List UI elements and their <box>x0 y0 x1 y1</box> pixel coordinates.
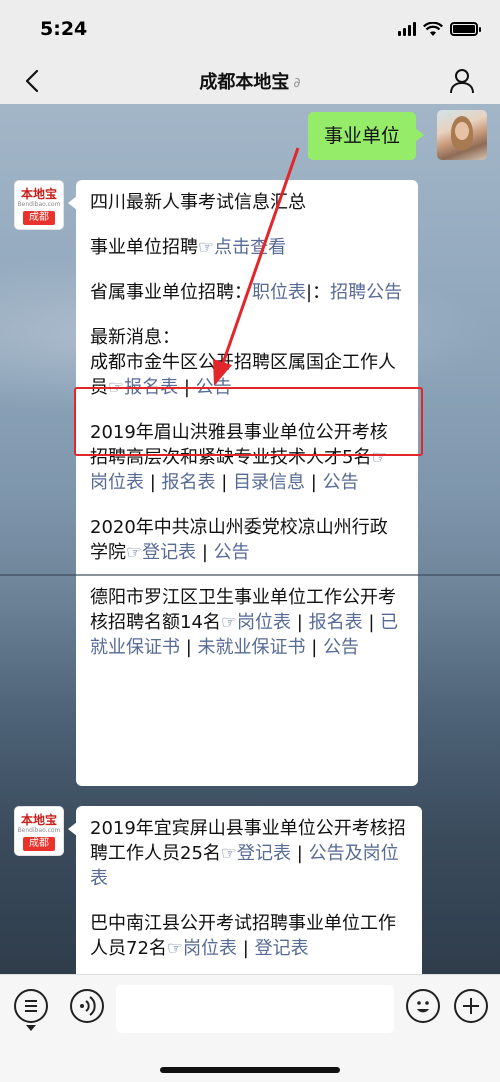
announcement-link[interactable]: 招聘公告 <box>330 282 402 303</box>
message-input[interactable] <box>116 985 394 1033</box>
bot-avatar-domain: Bendibao.com <box>17 201 61 208</box>
news-4-link-1[interactable]: 岗位表 <box>237 612 291 633</box>
nav-bar: 成都本地宝 ∂ <box>0 58 500 104</box>
latest-label: 最新消息： <box>90 327 180 348</box>
bot-avatar-city: 成都 <box>23 211 55 225</box>
job-table-link[interactable]: 职位表 <box>252 282 306 303</box>
news-2-link-2[interactable]: 报名表 <box>162 472 216 493</box>
card2-2-link-1[interactable]: 岗位表 <box>183 938 237 959</box>
input-bar <box>0 974 500 1082</box>
signal-icon <box>398 22 416 36</box>
news-4-link-2[interactable]: 报名表 <box>309 612 363 633</box>
bot-avatar[interactable]: 本地宝 Bendibao.com 成都 <box>14 180 64 230</box>
point-icon: ☞ <box>198 237 215 258</box>
news-2-link-3[interactable]: 目录信息 <box>233 472 305 493</box>
emoji-icon[interactable] <box>406 989 440 1023</box>
news-2-link-4[interactable]: 公告 <box>323 472 359 493</box>
click-view-link[interactable]: 点击查看 <box>214 237 286 258</box>
ear-icon: ∂ <box>293 75 301 91</box>
status-bar: 5:24 <box>0 0 500 58</box>
chat-title: 成都本地宝 ∂ <box>0 68 500 94</box>
news-3-link-1[interactable]: 登记表 <box>142 542 196 563</box>
menu-caret-icon <box>26 1025 36 1031</box>
bot-avatar-2[interactable]: 本地宝 Bendibao.com 成都 <box>14 806 64 856</box>
provincial-line: 省属事业单位招聘：职位表|：招聘公告 <box>90 282 403 303</box>
profile-icon[interactable] <box>448 67 476 95</box>
battery-icon <box>450 22 481 36</box>
news-3-link-2[interactable]: 公告 <box>214 542 250 563</box>
chat-area[interactable]: 事业单位 本地宝 Bendibao.com 成都 四川最新人事考试信息汇总 事业… <box>0 104 500 974</box>
card2-2-link-2[interactable]: 登记表 <box>255 938 309 959</box>
status-icons <box>398 20 481 38</box>
shiye-line: 事业单位招聘☞点击查看 <box>90 237 287 258</box>
status-time: 5:24 <box>40 18 88 40</box>
card2-1-link-1[interactable]: 登记表 <box>237 843 291 864</box>
voice-icon[interactable] <box>70 989 104 1023</box>
news-2-link-1[interactable]: 岗位表 <box>90 472 144 493</box>
news-item-3: 2020年中共凉山州委党校凉山州行政学院☞登记表 | 公告 <box>90 517 388 563</box>
chat-title-text: 成都本地宝 <box>199 72 290 93</box>
card-heading: 四川最新人事考试信息汇总 <box>90 192 306 213</box>
menu-icon[interactable] <box>14 989 48 1023</box>
card2-item-2: 巴中南江县公开考试招聘事业单位工作人员72名☞岗位表 | 登记表 <box>90 913 396 959</box>
user-message-bubble[interactable]: 事业单位 <box>308 112 425 160</box>
wifi-icon <box>423 21 443 36</box>
home-indicator <box>160 1067 340 1073</box>
news-4-link-4[interactable]: 未就业保证书 <box>198 637 306 658</box>
bot-avatar-brand: 本地宝 <box>20 187 57 201</box>
user-avatar[interactable] <box>437 110 487 160</box>
plus-icon[interactable] <box>454 989 488 1023</box>
message-card-1: 四川最新人事考试信息汇总 事业单位招聘☞点击查看 省属事业单位招聘：职位表|：招… <box>68 180 418 786</box>
card2-item-1: 2019年宜宾屏山县事业单位公开考核招聘工作人员25名☞登记表 | 公告及岗位表 <box>90 818 406 889</box>
highlight-box <box>74 387 423 456</box>
message-card-2: 2019年宜宾屏山县事业单位公开考核招聘工作人员25名☞登记表 | 公告及岗位表… <box>68 806 422 974</box>
news-4-link-5[interactable]: 公告 <box>323 637 359 658</box>
news-item-4: 德阳市罗江区卫生事业单位工作公开考核招聘名额14名☞岗位表 | 报名表 | 已就… <box>90 587 399 658</box>
